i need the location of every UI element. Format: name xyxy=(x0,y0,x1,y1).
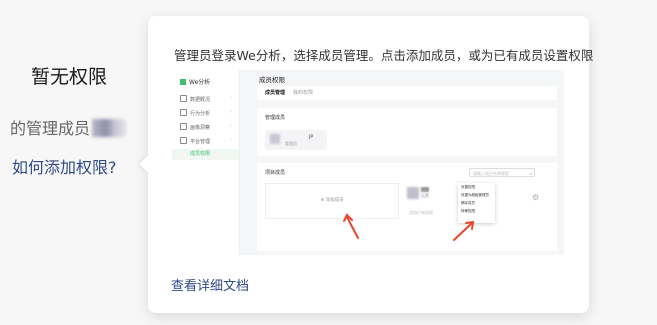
tutorial-screenshot: We分析 数据概况 › 行为分析 › 画像洞察 › 平台管理 › 成员权限 成员权限 成… xyxy=(172,70,564,255)
highlight-arrows xyxy=(343,213,475,241)
help-description: 管理员登录We分析，选择成员管理。点击添加成员，或为已有成员设置权限 xyxy=(174,48,594,63)
help-popover: 管理员登录We分析，选择成员管理。点击添加成员，或为已有成员设置权限 We分析 … xyxy=(148,16,593,313)
no-permission-title: 暂无权限 xyxy=(31,66,108,88)
admin-member-line: 的管理成员 xyxy=(10,115,127,139)
admin-member-text: 的管理成员 xyxy=(10,119,91,138)
blurred-avatar xyxy=(92,119,127,137)
how-to-add-permission-link[interactable]: 如何添加权限? xyxy=(12,154,117,178)
view-docs-link[interactable]: 查看详细文档 xyxy=(171,275,249,294)
arrow-menu xyxy=(453,222,473,241)
